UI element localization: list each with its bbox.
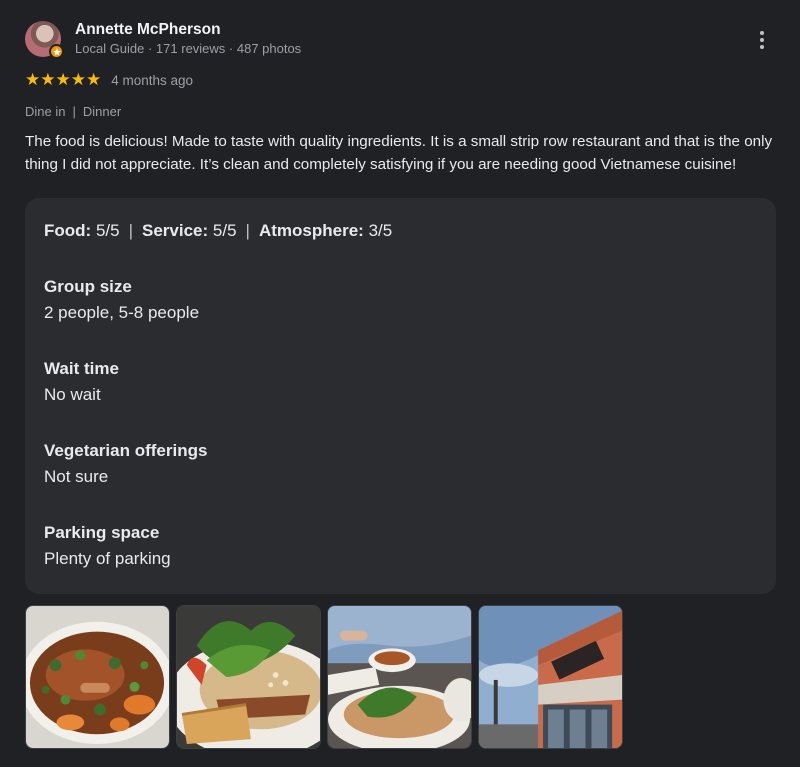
attribute-group-size: Group size 2 people, 5-8 people — [44, 274, 757, 326]
soup-bowl-photo[interactable] — [25, 605, 170, 749]
attribute-label: Parking space — [44, 523, 160, 542]
table-dishes-photo[interactable] — [327, 605, 472, 749]
restaurant-storefront-photo[interactable] — [478, 605, 623, 749]
review-date: 4 months ago — [111, 72, 194, 88]
attribute-wait-time: Wait time No wait — [44, 356, 757, 408]
review-header: Annette McPherson Local Guide · 171 revi… — [25, 20, 301, 59]
attribute-vegetarian-offerings: Vegetarian offerings Not sure — [44, 438, 757, 490]
more-dot — [760, 38, 764, 42]
vermicelli-plate-photo[interactable] — [176, 605, 321, 749]
review-photos — [25, 605, 623, 749]
attribute-value: Not sure — [44, 467, 109, 486]
author-info: Annette McPherson Local Guide · 171 revi… — [75, 20, 301, 58]
attribute-value: 2 people, 5-8 people — [44, 303, 200, 322]
tag-separator: | — [72, 104, 76, 119]
score-separator: | — [245, 221, 250, 240]
star-rating-icon: ★★★★★ — [25, 70, 102, 90]
visit-tags: Dine in | Dinner — [25, 104, 121, 119]
rating-row: ★★★★★ 4 months ago — [25, 70, 193, 90]
food-score-label: Food: — [44, 221, 92, 240]
attribute-value: Plenty of parking — [44, 549, 171, 568]
service-score-label: Service: — [142, 221, 209, 240]
service-score-value: 5/5 — [212, 221, 237, 240]
more-dot — [760, 31, 764, 35]
attribute-value: No wait — [44, 385, 101, 404]
attribute-label: Vegetarian offerings — [44, 441, 208, 460]
meal-type: Dinner — [82, 104, 122, 119]
author-meta[interactable]: Local Guide · 171 reviews · 487 photos — [75, 40, 301, 58]
score-separator: | — [128, 221, 133, 240]
review-details-panel: Food: 5/5 | Service: 5/5 | Atmosphere: 3/5 G… — [25, 198, 776, 594]
more-options-icon[interactable] — [752, 28, 772, 52]
local-guide-badge-icon — [49, 44, 64, 59]
score-row: Food: 5/5 | Service: 5/5 | Atmosphere: 3/5 — [44, 218, 757, 244]
review-text: The food is delicious! Made to taste wit… — [25, 133, 773, 173]
avatar[interactable] — [25, 21, 64, 59]
author-name[interactable]: Annette McPherson — [75, 20, 301, 40]
visit-type: Dine in — [25, 104, 66, 119]
atmosphere-score-value: 3/5 — [368, 221, 393, 240]
food-score-value: 5/5 — [95, 221, 120, 240]
attribute-label: Group size — [44, 277, 132, 296]
attribute-label: Wait time — [44, 359, 119, 378]
atmosphere-score-label: Atmosphere: — [258, 221, 364, 240]
attribute-parking-space: Parking space Plenty of parking — [44, 520, 757, 572]
more-dot — [760, 45, 764, 49]
review-card: Annette McPherson Local Guide · 171 revi… — [0, 0, 800, 767]
